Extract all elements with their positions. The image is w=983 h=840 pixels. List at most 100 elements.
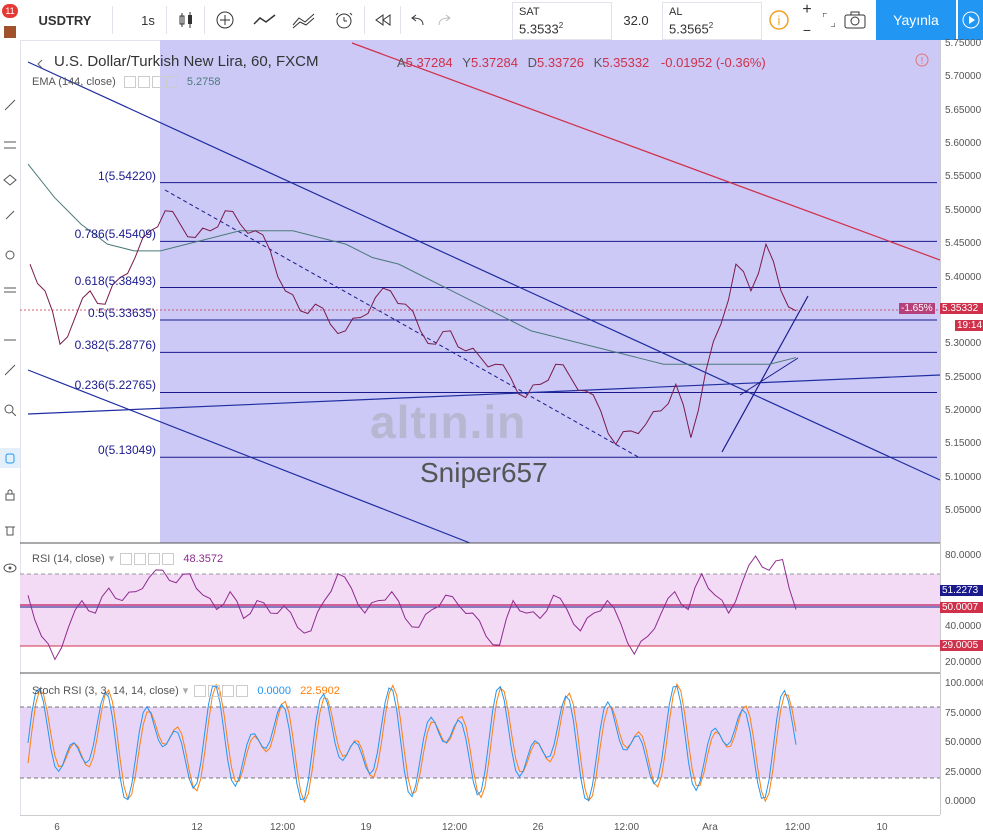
rsi-tick-label: 20.0000 xyxy=(945,657,982,668)
rising-trendline-2 xyxy=(739,357,799,396)
fib-level-label: 0(5.13049) xyxy=(97,443,156,458)
stoch-tick-label: 0.0000 xyxy=(945,796,976,807)
price-tick-label: 5.10000 xyxy=(945,471,982,483)
rsi-line xyxy=(27,555,797,661)
compare-icon[interactable] xyxy=(287,0,321,40)
top-toolbar: USDTRY 1s SAT 5.35332 32.0 AL 5.35652 i … xyxy=(0,0,983,41)
publish-button[interactable]: Yayınla xyxy=(876,0,956,40)
brush-icon[interactable] xyxy=(0,205,20,225)
pattern-icon[interactable] xyxy=(0,280,20,300)
author-watermark: Sniper657 xyxy=(420,457,548,488)
text-icon[interactable] xyxy=(0,245,20,265)
price-axis[interactable]: 5.75000 5.70000 5.65000 5.60000 5.55000 5.500… xyxy=(940,38,983,815)
drawing-toolbar: 11 xyxy=(0,4,21,839)
price-tick-label: 5.45000 xyxy=(945,238,982,250)
menu-icon[interactable] xyxy=(0,22,20,42)
zoom-out-button[interactable]: − xyxy=(796,20,818,40)
last-price-tag: 5.35332 xyxy=(940,303,983,314)
sell-price: 5.35332 xyxy=(519,21,564,37)
cursor-icon[interactable] xyxy=(0,95,20,115)
price-tick-label: 5.50000 xyxy=(945,204,982,216)
chart-title: U.S. Dollar/Turkish New Lira, 60, FXCM xyxy=(54,53,319,70)
altin-watermark-logo: altın.in xyxy=(370,396,527,448)
fib-level-label: 0.5(5.33635) xyxy=(87,305,156,320)
ruler-icon[interactable] xyxy=(0,330,20,350)
time-tick-label: 6 xyxy=(54,822,60,833)
redo-icon[interactable] xyxy=(432,0,458,40)
toolbar-divider xyxy=(166,6,167,34)
time-tick-label: 12:00 xyxy=(785,822,811,833)
alert-warning-icon[interactable]: ! xyxy=(915,53,929,72)
toolbar-divider xyxy=(400,6,401,34)
change-percent-tag: -1.65% xyxy=(899,303,935,314)
zoom-icon[interactable] xyxy=(0,400,20,420)
fib-level-label: 0.236(5.22765) xyxy=(74,378,156,393)
fib-level-label: 0.618(5.38493) xyxy=(74,273,156,288)
buy-price: 5.35652 xyxy=(669,21,714,37)
countdown-tag: 19:14 xyxy=(955,320,983,331)
fib-level-label: 1(5.54220) xyxy=(97,168,156,183)
stoch-d-line xyxy=(27,682,797,804)
lock-icon[interactable] xyxy=(0,485,20,505)
ema-line xyxy=(27,163,797,365)
alert-icon[interactable] xyxy=(327,0,361,40)
line-chart-icon[interactable] xyxy=(248,0,282,40)
sell-quote-button[interactable]: SAT 5.35332 xyxy=(512,2,612,40)
zoom-in-button[interactable]: + xyxy=(796,0,818,20)
trend-line-icon[interactable] xyxy=(0,135,20,155)
add-indicator-icon[interactable] xyxy=(210,0,240,40)
time-tick-label: 12:00 xyxy=(270,822,296,833)
stoch-rsi-legend: Stoch RSI (3, 3, 14, 14, close) ▾ 0.0000 … xyxy=(32,685,340,698)
time-axis[interactable]: 6 12 12:00 19 12:00 26 12:00 Ara 12:00 10 xyxy=(20,815,940,840)
price-tick-label: 5.55000 xyxy=(945,171,982,183)
replay-icon[interactable] xyxy=(368,0,398,40)
toolbar-divider xyxy=(364,6,365,34)
sell-label: SAT xyxy=(519,6,540,18)
price-tick-label: 5.40000 xyxy=(945,271,982,283)
time-tick-label: 10 xyxy=(876,822,888,833)
time-tick-label: 12:00 xyxy=(614,822,640,833)
rsi-band xyxy=(20,574,940,646)
measure-icon[interactable] xyxy=(0,360,20,380)
collapse-legend-icon[interactable] xyxy=(34,57,46,69)
magnet-icon[interactable] xyxy=(0,448,20,468)
rsi-level-tag-50: 50.0007 xyxy=(940,602,983,613)
play-icon[interactable] xyxy=(958,0,983,40)
price-tick-label: 5.25000 xyxy=(945,371,982,383)
time-tick-label: 12 xyxy=(191,822,203,833)
fib-level-label: 0.382(5.28776) xyxy=(74,338,156,353)
time-tick-label: Ara xyxy=(702,822,718,833)
pitchfork-icon[interactable] xyxy=(0,170,20,190)
interval-selector[interactable]: 1s xyxy=(130,0,166,40)
camera-icon[interactable] xyxy=(840,0,870,40)
symbol-search[interactable]: USDTRY xyxy=(20,0,110,40)
eye-icon[interactable] xyxy=(0,558,20,578)
stoch-tick-label: 25.0000 xyxy=(945,766,982,778)
rsi-level-tag-51: 51.2273 xyxy=(940,585,983,596)
stoch-band xyxy=(20,707,940,778)
trash-icon[interactable] xyxy=(0,520,20,540)
undo-icon[interactable] xyxy=(404,0,430,40)
toolbar-divider xyxy=(204,6,205,34)
time-tick-label: 26 xyxy=(532,822,544,833)
stoch-tick-label: 75.0000 xyxy=(945,707,982,719)
info-icon[interactable]: i xyxy=(764,0,794,40)
price-tick-label: 5.70000 xyxy=(945,71,982,83)
stoch-k-line xyxy=(27,685,797,802)
fullscreen-icon[interactable] xyxy=(818,0,840,40)
spread-value: 32.0 xyxy=(623,12,649,28)
price-tick-label: 5.20000 xyxy=(945,404,982,416)
toolbar-divider xyxy=(112,6,113,34)
price-tick-label: 5.65000 xyxy=(945,104,982,116)
fib-retracement-zone xyxy=(160,40,940,543)
time-tick-label: 19 xyxy=(360,822,372,833)
svg-text:!: ! xyxy=(921,56,924,67)
bar-chart-icon[interactable] xyxy=(172,0,200,40)
ema-legend: EMA (144, close) 5.2758 xyxy=(32,76,221,89)
price-tick-label: 5.15000 xyxy=(945,438,982,450)
notification-badge[interactable]: 11 xyxy=(2,4,18,18)
svg-text:i: i xyxy=(778,13,781,28)
buy-quote-button[interactable]: AL 5.35652 xyxy=(662,2,762,40)
rsi-tick-label: 80.0000 xyxy=(945,550,982,561)
rsi-level-tag-29: 29.0005 xyxy=(940,640,983,651)
